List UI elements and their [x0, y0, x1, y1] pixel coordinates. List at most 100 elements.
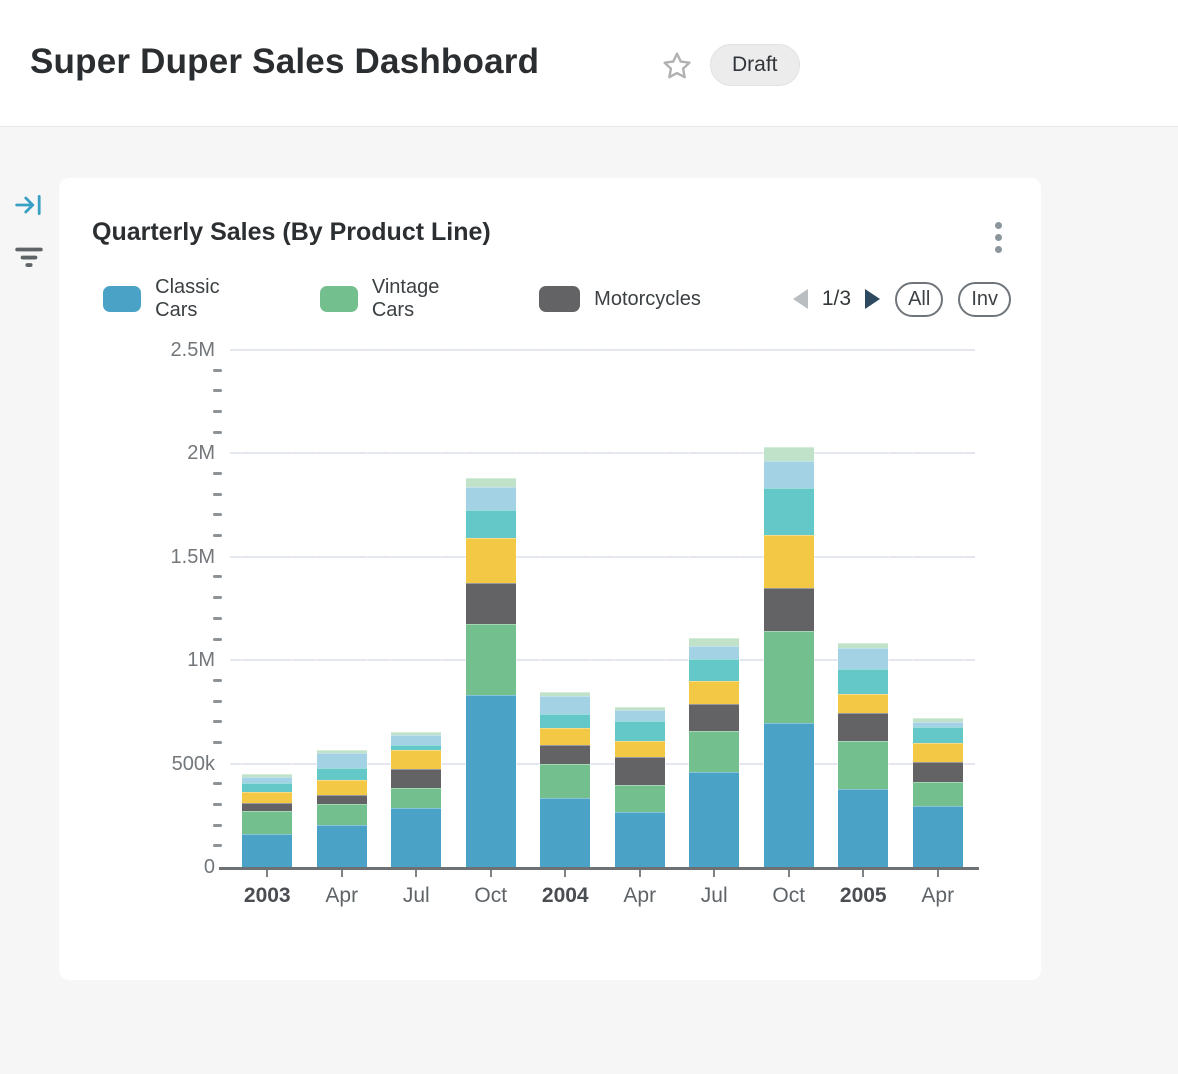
- stacked-bar: [390, 350, 442, 867]
- legend-next-icon[interactable]: [865, 289, 880, 309]
- y-minor-tick: [213, 741, 222, 744]
- y-minor-tick: [213, 720, 222, 723]
- bar-segment[interactable]: [317, 768, 367, 780]
- bar-segment[interactable]: [838, 741, 888, 789]
- y-axis-label: 1M: [145, 650, 215, 670]
- bar-segment[interactable]: [242, 783, 292, 793]
- bar-segment[interactable]: [689, 704, 739, 731]
- bar-segment[interactable]: [391, 788, 441, 808]
- bar-segment[interactable]: [466, 624, 516, 695]
- x-axis-tick: [266, 870, 268, 877]
- legend-pager: 1/3: [793, 287, 880, 311]
- bar-segment[interactable]: [242, 792, 292, 803]
- legend-label: Motorcycles: [594, 288, 701, 311]
- bar-segment[interactable]: [838, 694, 888, 713]
- bar-segment[interactable]: [466, 583, 516, 624]
- bar-segment[interactable]: [689, 731, 739, 772]
- legend-invert-button[interactable]: Inv: [958, 282, 1011, 317]
- y-minor-tick: [213, 844, 222, 847]
- bar-segment[interactable]: [391, 750, 441, 769]
- x-axis-label: Oct: [453, 884, 529, 908]
- bar-segment[interactable]: [913, 762, 963, 782]
- y-minor-tick: [213, 513, 222, 516]
- bar-segment[interactable]: [838, 713, 888, 741]
- chart-card: Quarterly Sales (By Product Line) Classi…: [59, 178, 1041, 980]
- bar-segment[interactable]: [764, 535, 814, 589]
- bar-segment[interactable]: [540, 696, 590, 715]
- bar-segment[interactable]: [540, 764, 590, 798]
- legend-item-vintage-cars[interactable]: Vintage Cars: [320, 276, 480, 322]
- bar-segment[interactable]: [615, 757, 665, 785]
- bar-segment[interactable]: [466, 487, 516, 510]
- y-minor-tick: [213, 617, 222, 620]
- bar-segment[interactable]: [540, 798, 590, 867]
- x-axis-tick: [415, 870, 417, 877]
- bar-segment[interactable]: [317, 825, 367, 867]
- bar-segment[interactable]: [540, 728, 590, 745]
- stacked-bar: [316, 350, 368, 867]
- bar-segment[interactable]: [615, 812, 665, 867]
- bar-segment[interactable]: [689, 638, 739, 646]
- x-axis-line: [219, 867, 979, 870]
- bar-segment[interactable]: [764, 588, 814, 631]
- bar-segment[interactable]: [838, 648, 888, 668]
- bar-segment[interactable]: [466, 695, 516, 867]
- bar-segment[interactable]: [615, 785, 665, 812]
- legend-select-all-button[interactable]: All: [895, 282, 943, 317]
- legend-prev-icon[interactable]: [793, 289, 808, 309]
- bar-segment[interactable]: [317, 753, 367, 768]
- bar-segment[interactable]: [615, 741, 665, 758]
- x-axis-tick: [341, 870, 343, 877]
- stacked-bar: [912, 350, 964, 867]
- expand-panel-icon[interactable]: [14, 190, 44, 220]
- bar-segment[interactable]: [764, 447, 814, 460]
- bar-segment[interactable]: [242, 834, 292, 867]
- bar-segment[interactable]: [391, 769, 441, 787]
- bar-segment[interactable]: [913, 782, 963, 806]
- bar-segment[interactable]: [913, 806, 963, 867]
- chart-title: Quarterly Sales (By Product Line): [92, 218, 491, 247]
- bar-segment[interactable]: [913, 743, 963, 762]
- x-axis-tick: [937, 870, 939, 877]
- x-axis-label: 2004: [527, 884, 603, 908]
- bar-segment[interactable]: [242, 803, 292, 811]
- bar-segment[interactable]: [689, 646, 739, 659]
- x-axis-label: 2005: [825, 884, 901, 908]
- plot-area: 0500k1M1.5M2M2.5M2003AprJulOct2004AprJul…: [230, 350, 975, 867]
- legend-item-classic-cars[interactable]: Classic Cars: [103, 276, 260, 322]
- bar-segment[interactable]: [466, 478, 516, 486]
- bar-segment[interactable]: [764, 723, 814, 867]
- bar-segment[interactable]: [764, 461, 814, 488]
- legend-swatch: [320, 286, 358, 312]
- bar-segment[interactable]: [689, 681, 739, 705]
- bar-segment[interactable]: [689, 772, 739, 867]
- bar-segment[interactable]: [838, 789, 888, 867]
- bar-segment[interactable]: [317, 804, 367, 825]
- legend-item-motorcycles[interactable]: Motorcycles: [539, 286, 701, 312]
- bar-segment[interactable]: [615, 721, 665, 741]
- bar-segment[interactable]: [317, 795, 367, 804]
- bar-segment[interactable]: [391, 735, 441, 745]
- bar-segment[interactable]: [540, 745, 590, 764]
- favorite-star-icon[interactable]: [661, 50, 693, 82]
- bar-segment[interactable]: [391, 808, 441, 867]
- bar-segment[interactable]: [689, 659, 739, 681]
- x-axis-label: Apr: [304, 884, 380, 908]
- x-axis-label: Jul: [378, 884, 454, 908]
- filter-icon[interactable]: [14, 242, 44, 272]
- bar-segment[interactable]: [242, 811, 292, 834]
- bar-segment[interactable]: [615, 710, 665, 721]
- bar-segment[interactable]: [466, 538, 516, 584]
- stacked-bar: [241, 350, 293, 867]
- bar-segment[interactable]: [913, 727, 963, 743]
- y-minor-tick: [213, 575, 222, 578]
- bar-segment[interactable]: [317, 780, 367, 796]
- bar-segment[interactable]: [540, 714, 590, 728]
- bar-segment[interactable]: [466, 510, 516, 538]
- card-menu-icon[interactable]: [985, 216, 1011, 258]
- bar-segment[interactable]: [764, 631, 814, 723]
- y-minor-tick: [213, 493, 222, 496]
- y-minor-tick: [213, 824, 222, 827]
- bar-segment[interactable]: [764, 488, 814, 535]
- bar-segment[interactable]: [838, 669, 888, 694]
